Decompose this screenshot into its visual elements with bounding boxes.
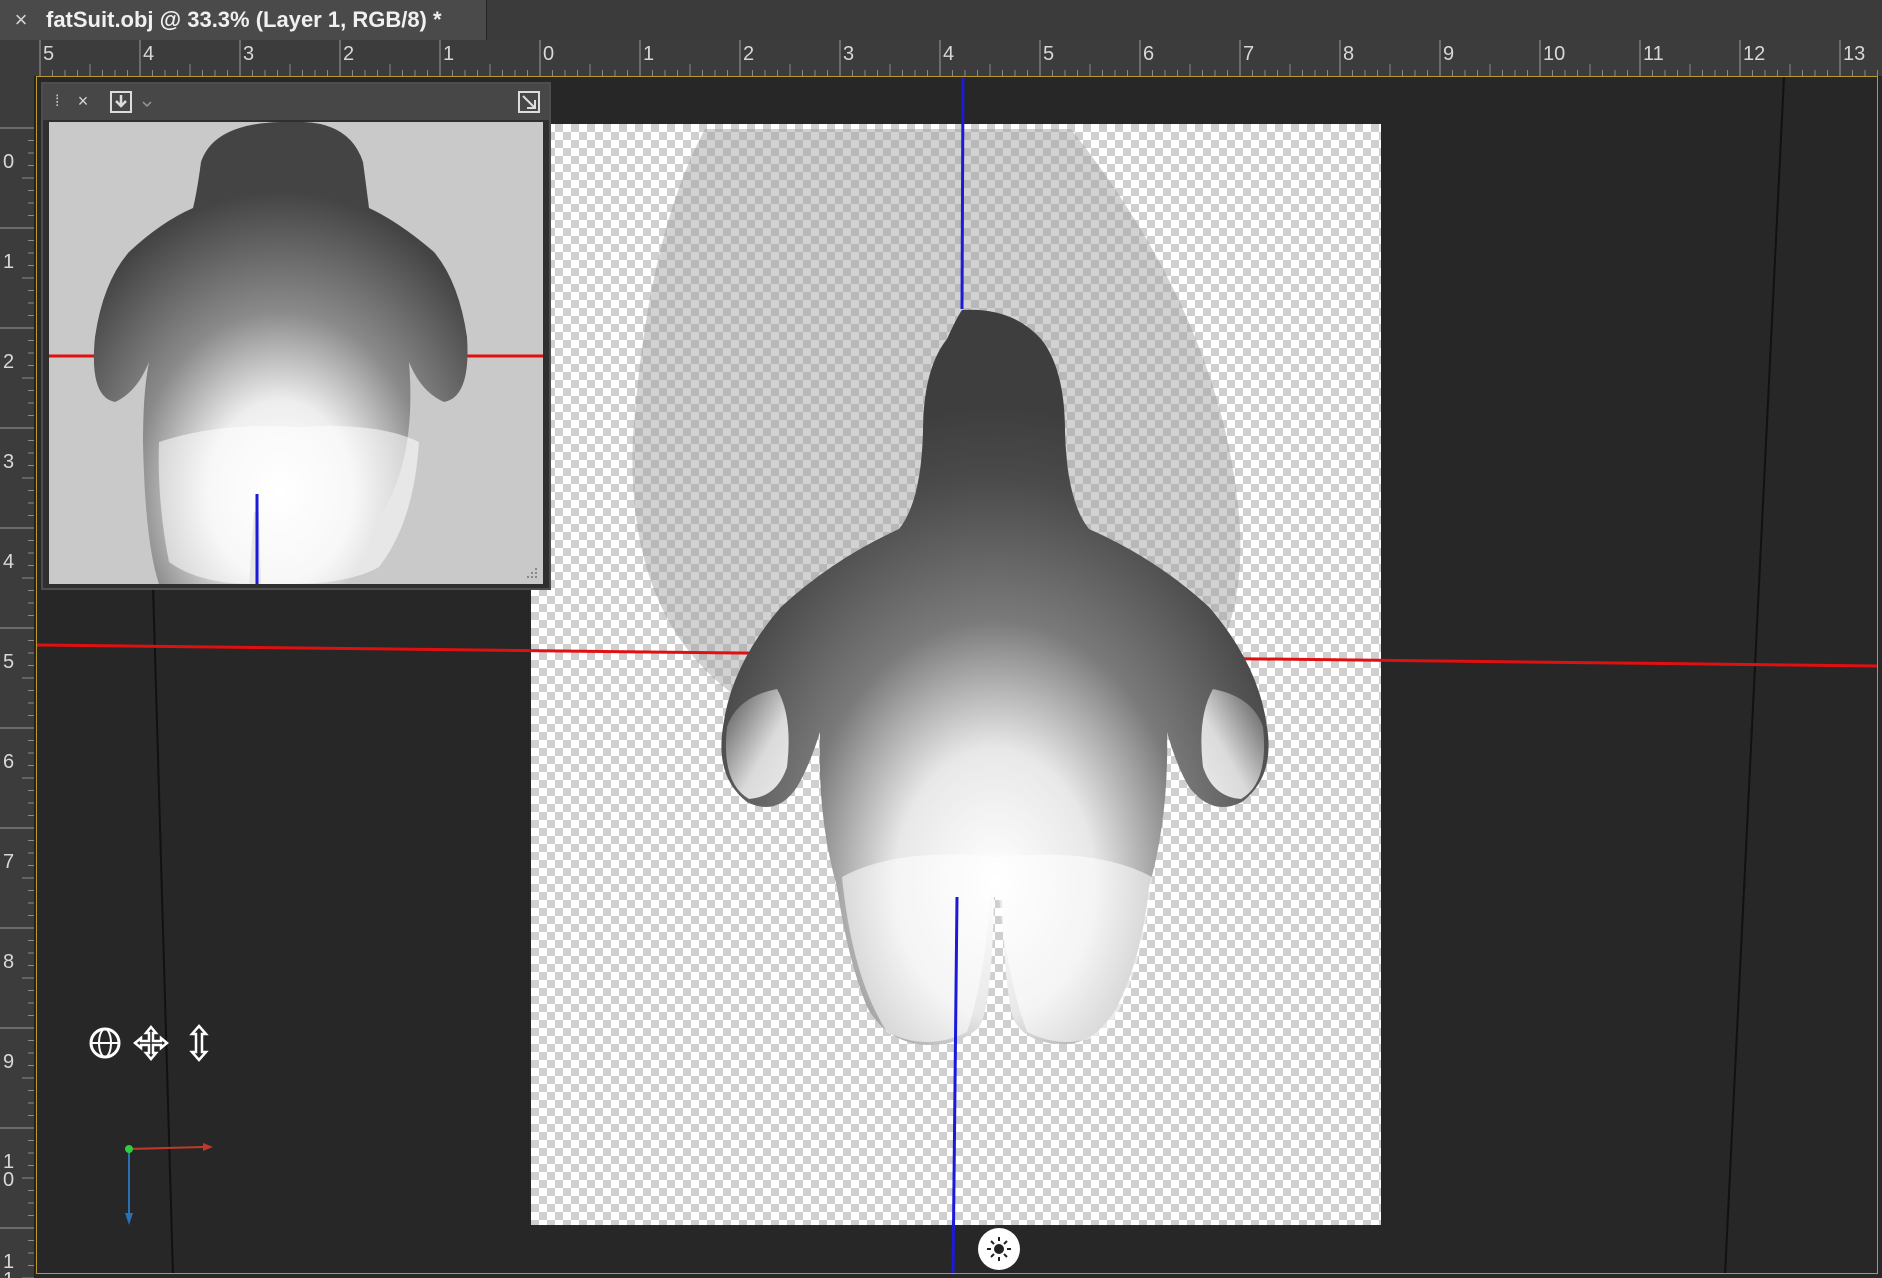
3d-axis-widget[interactable] bbox=[119, 1139, 215, 1229]
ruler-label: 4 bbox=[943, 43, 954, 65]
ruler-label: 9 bbox=[3, 1051, 14, 1073]
ruler-label: 2 bbox=[3, 351, 14, 373]
panel-grip-icon[interactable]: ⁞ bbox=[55, 92, 63, 112]
ruler-corner bbox=[0, 40, 37, 77]
document-tab[interactable]: × fatSuit.obj @ 33.3% (Layer 1, RGB/8) * bbox=[0, 0, 487, 40]
ruler-label: 9 bbox=[1443, 43, 1454, 65]
ruler-label: 3 bbox=[843, 43, 854, 65]
pan-3d-camera-icon[interactable] bbox=[131, 1023, 171, 1063]
ruler-label: 4 bbox=[3, 551, 14, 573]
ruler-label: 1 bbox=[3, 1269, 14, 1278]
ruler-label: 5 bbox=[43, 43, 54, 65]
secondary-view-panel[interactable]: ⁞ × bbox=[41, 82, 551, 590]
ruler-label: 5 bbox=[1043, 43, 1054, 65]
ruler-label: 2 bbox=[343, 43, 354, 65]
light-sun-icon[interactable] bbox=[978, 1228, 1020, 1270]
secondary-view-render[interactable] bbox=[49, 122, 543, 584]
document-tab-bar: × fatSuit.obj @ 33.3% (Layer 1, RGB/8) * bbox=[0, 0, 1882, 41]
ruler-label: 1 bbox=[643, 43, 654, 65]
ruler-label: 1 bbox=[3, 251, 14, 273]
close-icon[interactable]: × bbox=[10, 9, 32, 31]
orbit-3d-camera-icon[interactable] bbox=[85, 1023, 125, 1063]
ruler-vertical-ticks: 01234567891011 bbox=[0, 127, 34, 1278]
swap-view-icon[interactable] bbox=[517, 90, 541, 114]
document-title: fatSuit.obj @ 33.3% (Layer 1, RGB/8) * bbox=[46, 7, 442, 32]
save-view-icon[interactable] bbox=[107, 89, 159, 115]
ruler-label: 0 bbox=[3, 151, 14, 173]
ruler-vertical[interactable]: 01234567891011 bbox=[0, 76, 35, 1278]
ruler-label: 7 bbox=[3, 851, 14, 873]
ruler-label: 7 bbox=[1243, 43, 1254, 65]
ruler-label: 1 bbox=[443, 43, 454, 65]
ruler-label: 10 bbox=[1543, 43, 1565, 65]
ruler-label: 4 bbox=[143, 43, 154, 65]
ruler-label: 0 bbox=[543, 43, 554, 65]
ruler-label: 3 bbox=[3, 451, 14, 473]
ruler-label: 6 bbox=[1143, 43, 1154, 65]
ruler-label: 0 bbox=[3, 1169, 14, 1191]
ruler-label: 2 bbox=[743, 43, 754, 65]
ruler-label: 6 bbox=[3, 751, 14, 773]
ruler-label: 11 bbox=[1643, 43, 1664, 65]
sun-glyph bbox=[987, 1237, 1011, 1261]
ruler-horizontal[interactable]: 5 4 3 2 1 0 1 2 3 4 5 6 7 8 9 10 11 12 13 bbox=[36, 40, 1882, 77]
ruler-label: 12 bbox=[1743, 43, 1765, 65]
secondary-scene bbox=[49, 122, 543, 584]
y-axis-line-top bbox=[960, 77, 965, 310]
ruler-label: 5 bbox=[3, 651, 14, 673]
ruler-horizontal-ticks: 5 4 3 2 1 0 1 2 3 4 5 6 7 8 9 10 11 12 13 bbox=[39, 40, 1878, 76]
resize-grip-icon[interactable] bbox=[525, 566, 539, 580]
ruler-label: 8 bbox=[3, 951, 14, 973]
close-icon[interactable]: × bbox=[73, 90, 93, 112]
ruler-label: 3 bbox=[243, 43, 254, 65]
ruler-label: 13 bbox=[1843, 43, 1865, 65]
dolly-3d-camera-icon[interactable] bbox=[179, 1023, 219, 1063]
secondary-view-header[interactable]: ⁞ × bbox=[43, 84, 549, 120]
ruler-label: 8 bbox=[1343, 43, 1354, 65]
